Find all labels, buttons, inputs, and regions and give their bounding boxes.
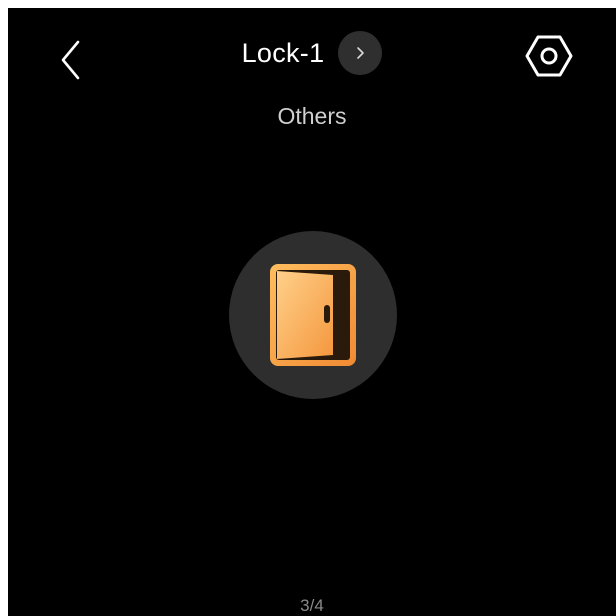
- device-control-button[interactable]: [229, 231, 397, 399]
- door-icon: [270, 264, 356, 366]
- page-indicator: 3/4: [300, 596, 324, 615]
- chevron-right-icon: [357, 47, 365, 59]
- device-switch-button[interactable]: [338, 31, 383, 75]
- device-panel: Lock-1 Others 3/4: [8, 8, 616, 616]
- device-title: Lock-1: [241, 38, 325, 68]
- device-category-label: Others: [277, 103, 347, 129]
- hex-settings-icon: [525, 35, 573, 77]
- settings-button[interactable]: [522, 32, 576, 80]
